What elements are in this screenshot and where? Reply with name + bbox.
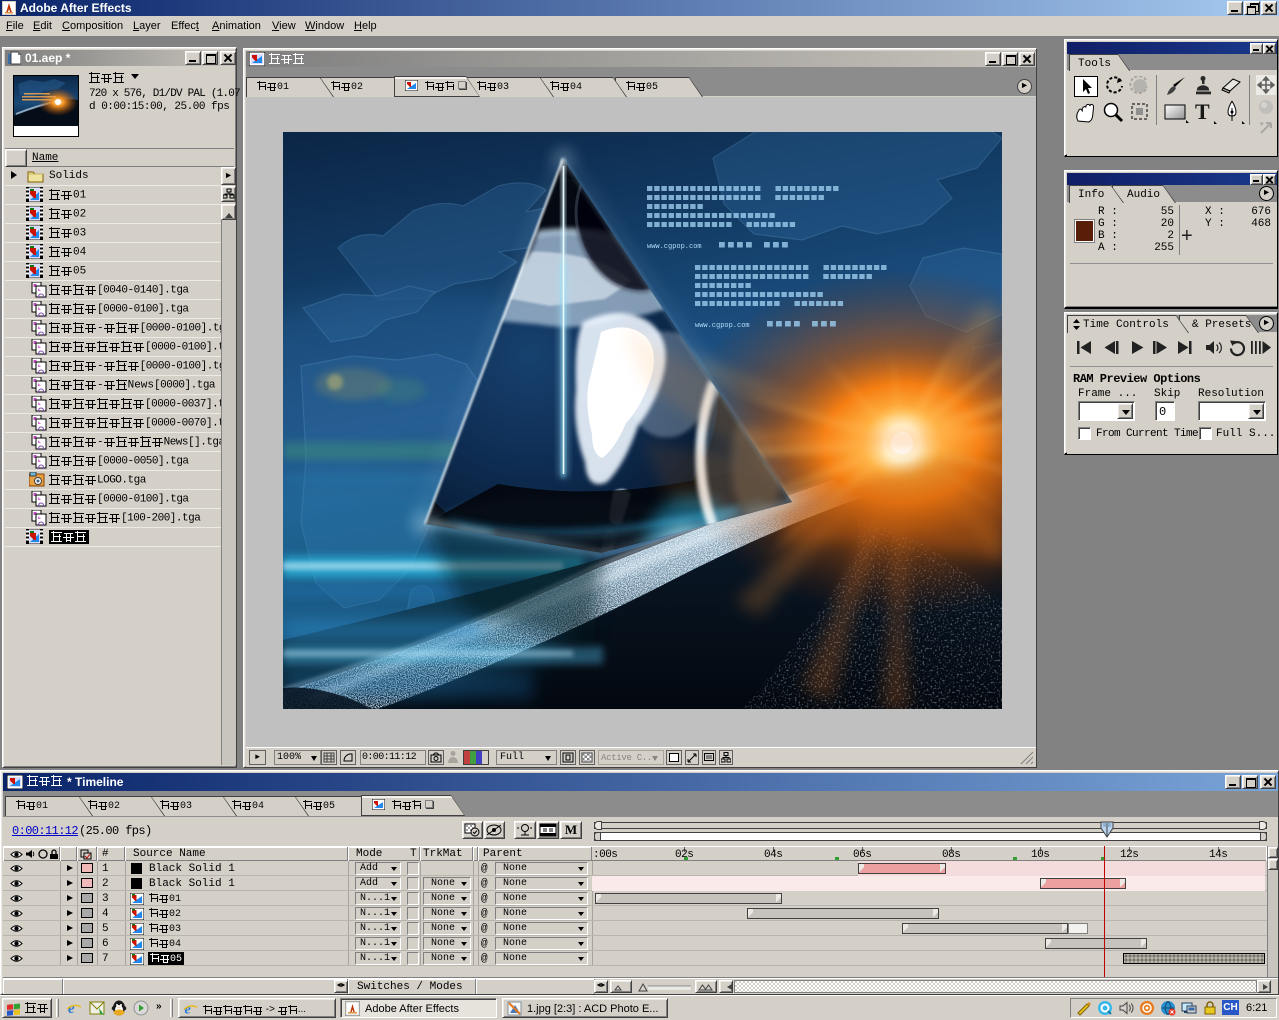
svg-text:www.cgpop.com: www.cgpop.com bbox=[647, 243, 702, 251]
svg-text:www.cgpop.com: www.cgpop.com bbox=[695, 322, 750, 330]
svg-text:e: e bbox=[185, 1003, 191, 1017]
svg-text:e: e bbox=[68, 1001, 75, 1016]
svg-text:T: T bbox=[1195, 100, 1210, 124]
